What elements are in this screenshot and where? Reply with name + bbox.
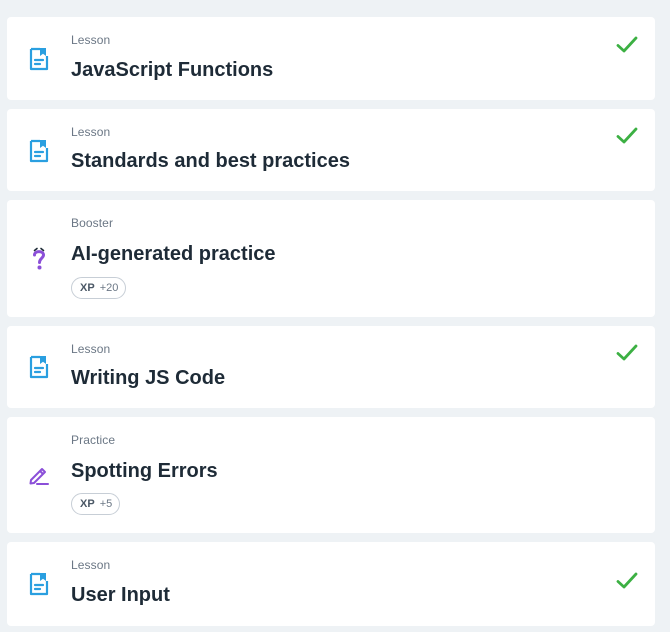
xp-badge: XP +5 xyxy=(71,493,120,515)
xp-label: XP xyxy=(80,282,95,294)
check-icon xyxy=(615,33,639,57)
question-mark-icon xyxy=(27,246,51,270)
check-icon xyxy=(615,341,639,365)
lesson-icon xyxy=(27,139,51,163)
list-item-ai-generated-practice[interactable]: Booster AI-generated practice XP +20 xyxy=(7,200,655,317)
item-title: Spotting Errors xyxy=(71,460,218,482)
item-type: Booster xyxy=(71,216,114,230)
lesson-icon xyxy=(27,355,51,379)
item-title: Writing JS Code xyxy=(71,367,226,389)
item-type: Practice xyxy=(71,433,116,447)
list-item-user-input[interactable]: Lesson User Input xyxy=(7,542,655,626)
check-icon xyxy=(615,124,639,148)
list-item-spotting-errors[interactable]: Practice Spotting Errors XP +5 xyxy=(7,417,655,533)
item-title: Standards and best practices xyxy=(71,150,350,172)
item-type: Lesson xyxy=(71,125,111,139)
xp-value: +20 xyxy=(99,282,119,294)
lesson-list: Lesson JavaScript Functions Lesson Stand… xyxy=(0,0,670,632)
check-icon xyxy=(615,569,639,593)
item-title: AI-generated practice xyxy=(71,243,276,265)
item-type: Lesson xyxy=(71,33,111,47)
xp-value: +5 xyxy=(99,498,113,510)
list-item-javascript-functions[interactable]: Lesson JavaScript Functions xyxy=(7,17,655,100)
lesson-icon xyxy=(27,47,51,71)
list-item-standards-best-practices[interactable]: Lesson Standards and best practices xyxy=(7,109,655,191)
item-title: User Input xyxy=(71,584,170,606)
item-type: Lesson xyxy=(71,342,111,356)
item-title: JavaScript Functions xyxy=(71,59,274,81)
item-type: Lesson xyxy=(71,558,111,572)
xp-label: XP xyxy=(80,498,95,510)
lesson-icon xyxy=(27,572,51,596)
pencil-icon xyxy=(27,463,51,487)
xp-badge: XP +20 xyxy=(71,277,126,299)
list-item-writing-js-code[interactable]: Lesson Writing JS Code xyxy=(7,326,655,408)
